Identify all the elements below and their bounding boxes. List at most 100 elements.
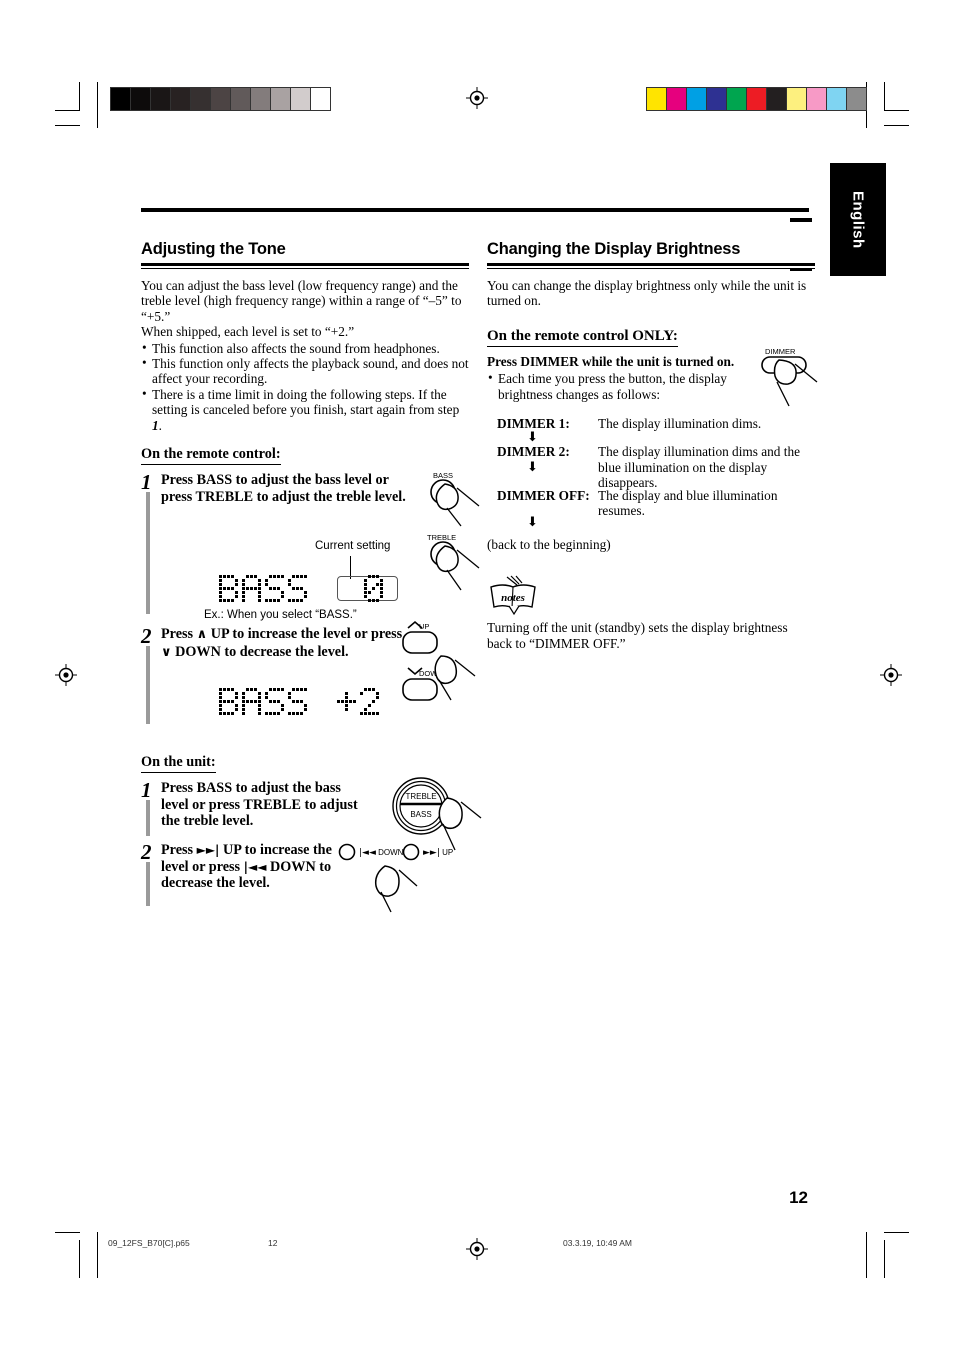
list-item-tail: . (158, 417, 162, 433)
crop-mark-top-left-lower-horizontal (55, 125, 80, 126)
color-swatch (807, 88, 827, 110)
section-heading-display-brightness: Changing the Display Brightness (487, 240, 741, 258)
remote-step-1: 1 Press BASS to adjust the bass level or… (141, 470, 480, 622)
step-text-down: DOWN to decrease the level. (175, 643, 349, 660)
page-number: 12 (789, 1188, 808, 1207)
footer-page-number: 12 (268, 1238, 278, 1248)
color-swatch (747, 88, 767, 110)
section-rule-thin (141, 268, 469, 269)
tab-rule-upper (790, 218, 812, 222)
list-item: This function only affects the playback … (141, 355, 469, 387)
section-heading-adjusting-tone: Adjusting the Tone (141, 240, 286, 258)
color-swatch (667, 88, 687, 110)
language-tab-english: English (830, 163, 886, 276)
dimmer-description: The display illumination dims. (598, 416, 762, 432)
lcd-character (265, 688, 284, 716)
grayscale-calibration-bar (110, 87, 331, 111)
notes-icon: notes (490, 576, 536, 616)
color-swatch (787, 88, 807, 110)
grayscale-swatch (291, 88, 311, 110)
remote-bass-treble-button-illustration: BASS TREBLE (427, 471, 480, 591)
unit-step-2: 2 Press ►►| UP to increase the level or … (141, 840, 469, 913)
lcd-character (337, 688, 356, 715)
grayscale-swatch (311, 88, 330, 110)
color-swatch (687, 88, 707, 110)
grayscale-swatch (231, 88, 251, 110)
list-item: There is a time limit in doing the follo… (141, 386, 469, 433)
registration-mark-top (466, 87, 488, 109)
step-instruction: Press ∧ UP to increase the level or pres… (161, 626, 413, 661)
step-text-up: UP to increase the (222, 842, 332, 859)
fast-forward-icon: ►►| (196, 843, 220, 858)
intro-paragraph: You can change the display brightness on… (487, 278, 807, 309)
lcd-value (364, 575, 387, 603)
grayscale-swatch (211, 88, 231, 110)
list-item: Each time you press the button, the disp… (487, 370, 735, 402)
dimmer-label: DIMMER 2: (497, 444, 570, 460)
step-side-bar (146, 646, 150, 725)
unit-step-1: 1 Press BASS to adjust the bass level or… (141, 777, 482, 851)
chevron-up-icon: ∧ (196, 627, 208, 643)
crop-mark-bottom-left-vertical (97, 1232, 98, 1278)
registration-mark-right (880, 664, 902, 686)
lcd-character (219, 575, 238, 603)
tone-notes-list: This function also affects the sound fro… (141, 340, 469, 433)
crop-mark-top-left-horizontal (55, 110, 80, 111)
arrow-down-icon: ⬇ (527, 430, 538, 446)
left-column: Adjusting the Tone You can adjust the ba… (141, 240, 482, 913)
grayscale-swatch (251, 88, 271, 110)
knob-bass-label-text: BASS (410, 810, 431, 819)
crop-mark-bottom-left-horizontal (55, 1232, 80, 1233)
list-item: This function also affects the sound fro… (141, 340, 469, 356)
step-text-part-1: Press (161, 842, 194, 859)
up-button-label-text: ►►| UP (423, 848, 453, 858)
step-text-part-2: level or press (161, 858, 241, 875)
grayscale-swatch (131, 88, 151, 110)
crop-mark-bottom-right-corner-vertical (884, 1240, 885, 1278)
dimmer-sequence-table: DIMMER 1: The display illumination dims.… (487, 416, 815, 553)
step-text-part-1: Press (161, 626, 194, 643)
treble-button-label-text: TREBLE (427, 533, 456, 542)
table-row: DIMMER 2: The display illumination dims … (497, 444, 815, 490)
intro-paragraph-2: When shipped, each level is set to “+2.” (141, 324, 355, 340)
lcd-character (364, 575, 383, 603)
lcd-value (337, 688, 383, 716)
lcd-text (219, 575, 311, 603)
grayscale-swatch (111, 88, 131, 110)
crop-mark-top-left-vertical (97, 82, 98, 128)
lcd-character (265, 575, 284, 603)
list-item-text: There is a time limit in doing the follo… (152, 386, 460, 418)
dimmer-description: The display illumination dims and the bl… (598, 444, 801, 491)
lcd-character (288, 575, 307, 603)
loop-note: (back to the beginning) (487, 537, 611, 553)
lcd-display-step-2 (219, 688, 383, 716)
crop-mark-top-right-lower-horizontal (884, 125, 909, 126)
crop-mark-top-left-corner-vertical (79, 82, 80, 111)
table-row: DIMMER OFF: The display and blue illumin… (497, 488, 815, 519)
lcd-text (219, 688, 311, 716)
color-swatch (847, 88, 866, 110)
chevron-down-icon: ∨ (161, 644, 172, 660)
remote-up-down-button-illustration: UP DOWN (402, 621, 476, 701)
step-side-bar (146, 862, 150, 907)
step-instruction: Press BASS to adjust the bass level or p… (161, 472, 406, 505)
registration-mark-bottom (466, 1238, 488, 1260)
color-swatch (827, 88, 847, 110)
language-tab-label: English (849, 190, 867, 249)
table-row: DIMMER 1: The display illumination dims. (497, 416, 815, 431)
color-swatch (727, 88, 747, 110)
lcd-character (360, 688, 379, 716)
section-rule (487, 263, 815, 266)
example-caption: Ex.: When you select “BASS.” (204, 609, 357, 622)
crop-mark-bottom-left-corner-vertical (79, 1240, 80, 1278)
lcd-display-step-1 (219, 575, 398, 603)
remote-step-2: 2 Press ∧ UP to increase the level or pr… (141, 621, 476, 726)
header-rule (141, 208, 809, 212)
grayscale-swatch (191, 88, 211, 110)
dimmer-description: The display and blue illumination resume… (598, 487, 778, 519)
color-calibration-bar (646, 87, 867, 111)
step-instruction: Press BASS to adjust the bass level or p… (161, 780, 358, 830)
step-side-bar (146, 492, 150, 615)
crop-mark-top-right-corner-vertical (884, 82, 885, 111)
step-instruction: Press ►►| UP to increase the level or pr… (161, 842, 351, 892)
